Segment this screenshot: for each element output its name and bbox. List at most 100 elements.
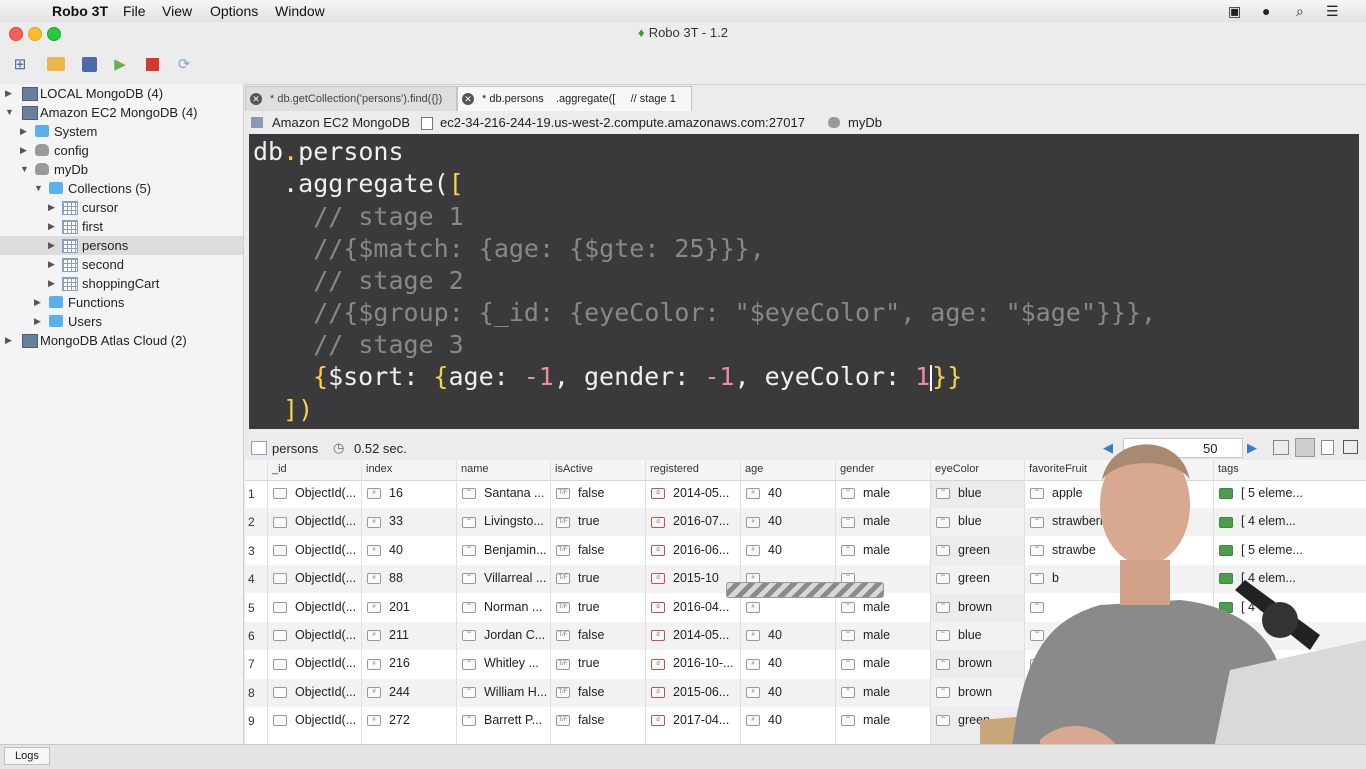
table-cell[interactable]: #244 xyxy=(367,685,410,699)
table-cell[interactable]: #88 xyxy=(367,571,403,585)
expand-arrow-icon[interactable]: ▶ xyxy=(48,198,55,217)
tree-item-config[interactable]: ▶ config xyxy=(0,141,243,160)
spotlight-search-icon[interactable]: ⌕ xyxy=(1296,3,1304,20)
column-header[interactable]: _id xyxy=(272,463,287,475)
table-cell[interactable]: d 2016-07... xyxy=(651,514,729,528)
logs-button[interactable]: Logs xyxy=(4,747,50,765)
tree-item-cursor[interactable]: ▶ cursor xyxy=(0,198,243,217)
table-cell[interactable]: "" male xyxy=(841,713,890,727)
table-cell[interactable]: #40 xyxy=(746,543,782,557)
table-cell[interactable]: "" Whitley ... xyxy=(462,656,539,670)
table-cell[interactable]: d 2017-04... xyxy=(651,713,729,727)
tab-find-query[interactable]: ✕ * db.getCollection('persons').find({}) xyxy=(245,86,457,111)
table-cell[interactable]: d 2016-06... xyxy=(651,543,729,557)
user-icon[interactable]: ● xyxy=(1262,3,1270,19)
table-cell[interactable]: #40 xyxy=(746,628,782,642)
tree-item-second[interactable]: ▶ second xyxy=(0,255,243,274)
table-cell[interactable]: "" male xyxy=(841,685,890,699)
table-cell[interactable]: "" Barrett P... xyxy=(462,713,542,727)
stop-icon[interactable] xyxy=(142,54,162,74)
table-cell[interactable]: #216 xyxy=(367,656,410,670)
table-cell[interactable]: ObjectId(... xyxy=(273,713,356,727)
table-cell[interactable]: # xyxy=(746,600,768,614)
column-header[interactable]: gender xyxy=(840,463,874,475)
table-cell[interactable]: "" male xyxy=(841,486,890,500)
expand-arrow-icon[interactable]: ▶ xyxy=(20,122,27,141)
query-editor[interactable]: db.persons .aggregate([ // stage 1 //{$m… xyxy=(249,134,1359,429)
table-cell[interactable]: "" male xyxy=(841,656,890,670)
table-cell[interactable]: #40 xyxy=(746,486,782,500)
tree-item-atlas[interactable]: ▶ MongoDB Atlas Cloud (2) xyxy=(0,331,243,350)
table-cell[interactable]: T/F false xyxy=(556,713,604,727)
table-cell[interactable]: #272 xyxy=(367,713,410,727)
table-cell[interactable]: #40 xyxy=(746,514,782,528)
table-cell[interactable]: #40 xyxy=(746,656,782,670)
column-header[interactable]: registered xyxy=(650,463,699,475)
execute-icon[interactable]: ▶ xyxy=(110,54,130,74)
tree-item-functions[interactable]: ▶ Functions xyxy=(0,293,243,312)
close-tab-icon[interactable]: ✕ xyxy=(250,93,262,106)
table-cell[interactable]: "" Benjamin... xyxy=(462,543,547,557)
table-cell[interactable]: "" blue xyxy=(936,514,982,528)
table-cell[interactable]: "" male xyxy=(841,628,890,642)
expand-arrow-icon[interactable]: ▶ xyxy=(34,293,41,312)
expand-arrow-icon[interactable]: ▶ xyxy=(5,331,12,350)
expand-arrow-icon[interactable]: ▶ xyxy=(48,217,55,236)
table-cell[interactable]: "" blue xyxy=(936,486,982,500)
table-cell[interactable]: d 2016-04... xyxy=(651,600,729,614)
table-cell[interactable]: #40 xyxy=(367,543,403,557)
tree-item-persons[interactable]: ▶ persons xyxy=(0,236,243,255)
table-cell[interactable]: #201 xyxy=(367,600,410,614)
table-cell[interactable]: #33 xyxy=(367,514,403,528)
app-menu[interactable]: Robo 3T xyxy=(52,3,108,19)
table-cell[interactable]: ObjectId(... xyxy=(273,600,356,614)
notification-center-icon[interactable]: ☰ xyxy=(1326,3,1339,20)
table-cell[interactable]: T/F true xyxy=(556,571,600,585)
tree-item-first[interactable]: ▶ first xyxy=(0,217,243,236)
table-cell[interactable]: ObjectId(... xyxy=(273,514,356,528)
table-cell[interactable]: d 2014-05... xyxy=(651,486,729,500)
column-header[interactable]: eyeColor xyxy=(935,463,979,475)
tab-aggregate-query[interactable]: ✕ * db.persons .aggregate([ // stage 1 xyxy=(457,86,692,111)
collapse-arrow-icon[interactable]: ▼ xyxy=(20,160,29,179)
tree-item-collections[interactable]: ▼ Collections (5) xyxy=(0,179,243,198)
expand-arrow-icon[interactable]: ▶ xyxy=(20,141,27,160)
expand-arrow-icon[interactable]: ▶ xyxy=(5,84,12,103)
collapse-arrow-icon[interactable]: ▼ xyxy=(5,103,14,122)
table-cell[interactable]: "" Norman ... xyxy=(462,600,542,614)
connect-icon[interactable]: ⊞ xyxy=(10,54,30,74)
table-cell[interactable]: T/F true xyxy=(556,514,600,528)
tree-item-mydb[interactable]: ▼ myDb xyxy=(0,160,243,179)
expand-arrow-icon[interactable]: ▶ xyxy=(34,312,41,331)
table-cell[interactable]: T/F false xyxy=(556,685,604,699)
tree-item-shoppingcart[interactable]: ▶ shoppingCart xyxy=(0,274,243,293)
table-cell[interactable]: "" Jordan C... xyxy=(462,628,545,642)
open-icon[interactable] xyxy=(46,54,66,74)
menu-view[interactable]: View xyxy=(162,3,192,19)
table-cell[interactable]: "" William H... xyxy=(462,685,547,699)
table-cell[interactable]: #40 xyxy=(746,685,782,699)
table-cell[interactable]: #211 xyxy=(367,628,409,642)
table-cell[interactable]: d 2015-10 xyxy=(651,571,719,585)
tree-item-system[interactable]: ▶ System xyxy=(0,122,243,141)
collapse-arrow-icon[interactable]: ▼ xyxy=(34,179,43,198)
save-icon[interactable] xyxy=(79,54,99,74)
table-cell[interactable]: T/F true xyxy=(556,600,600,614)
refresh-icon[interactable]: ⟳ xyxy=(174,54,194,74)
menu-file[interactable]: File xyxy=(123,3,146,19)
table-cell[interactable]: "" blue xyxy=(936,628,982,642)
tree-item-users[interactable]: ▶ Users xyxy=(0,312,243,331)
column-header[interactable]: age xyxy=(745,463,763,475)
table-cell[interactable]: #40 xyxy=(746,713,782,727)
table-cell[interactable]: ObjectId(... xyxy=(273,685,356,699)
table-cell[interactable]: T/F false xyxy=(556,486,604,500)
table-cell[interactable]: d 2016-10-... xyxy=(651,656,733,670)
close-tab-icon[interactable]: ✕ xyxy=(462,93,474,106)
table-cell[interactable]: "" male xyxy=(841,514,890,528)
table-cell[interactable]: "" male xyxy=(841,543,890,557)
column-header[interactable]: index xyxy=(366,463,392,475)
menu-options[interactable]: Options xyxy=(210,3,258,19)
table-cell[interactable]: "" Santana ... xyxy=(462,486,544,500)
table-cell[interactable]: ObjectId(... xyxy=(273,571,356,585)
table-cell[interactable]: d 2014-05... xyxy=(651,628,729,642)
